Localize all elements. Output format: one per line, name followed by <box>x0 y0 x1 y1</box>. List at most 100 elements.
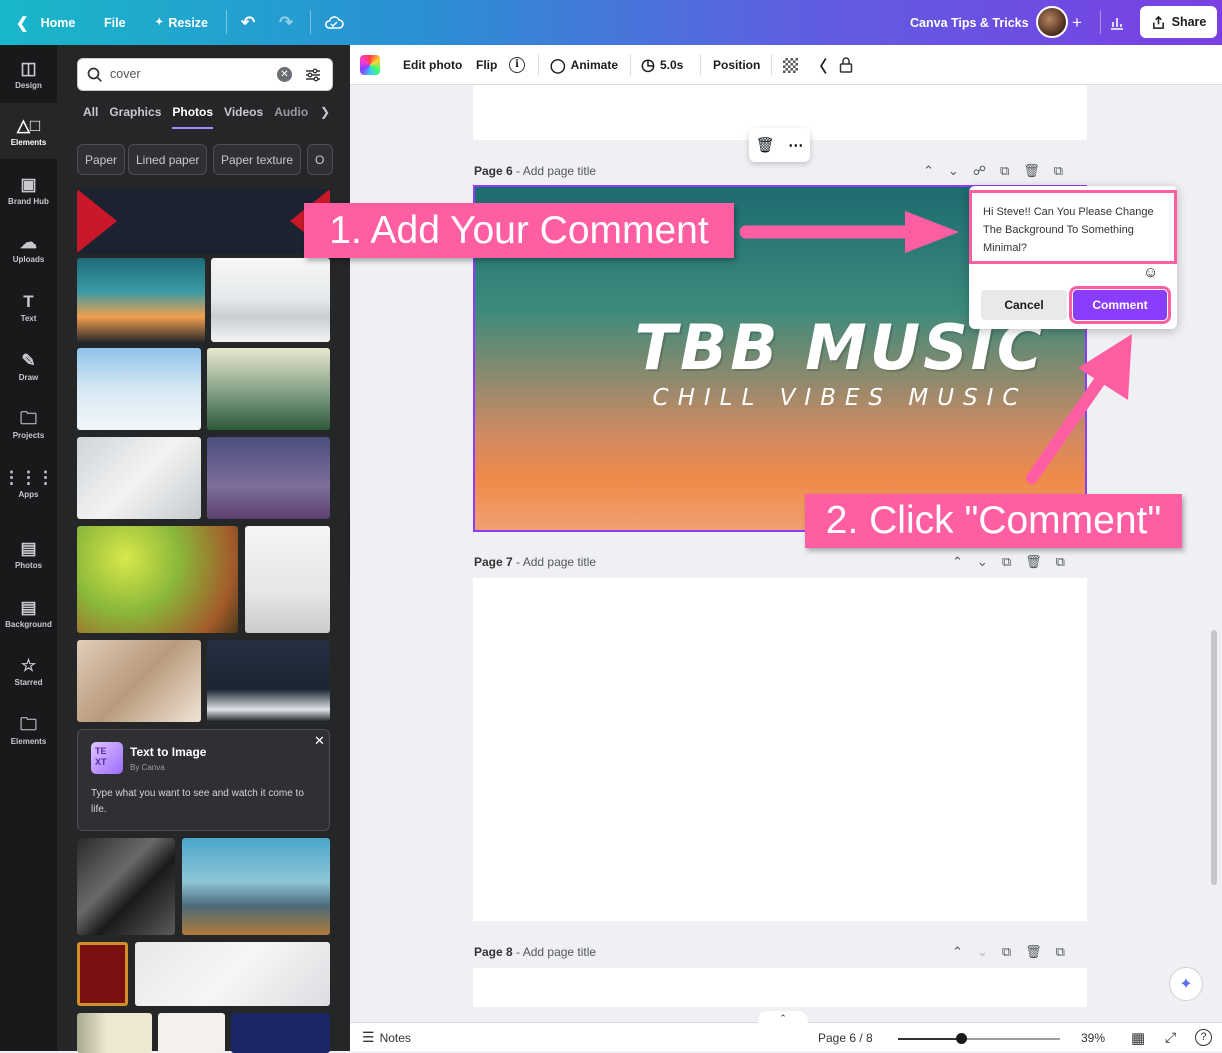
search-field[interactable]: cover ✕ <box>77 58 333 91</box>
redo-icon[interactable]: ↷ <box>279 0 293 45</box>
rail-item-uploads[interactable]: ☁ Uploads <box>0 220 57 276</box>
rail-item-brand-hub[interactable]: ▣ Brand Hub <box>0 162 57 218</box>
rail-item-background[interactable]: ▤ Background <box>0 585 57 641</box>
add-page-icon[interactable]: ⧉ <box>1056 554 1065 570</box>
chevron-up-icon[interactable]: ⌃ <box>952 554 963 570</box>
emoji-sticker-icon[interactable]: ☺ <box>1143 264 1158 281</box>
grid-view-icon[interactable]: ▦ <box>1131 1023 1145 1052</box>
lock-icon[interactable]: ☍ <box>973 163 986 179</box>
add-page-title[interactable]: - Add page title <box>516 945 596 959</box>
zoom-slider[interactable] <box>898 1033 1060 1044</box>
rail-item-projects[interactable]: 🗀 Projects <box>0 396 57 452</box>
photo-thumb[interactable] <box>77 942 128 1006</box>
text-to-image-card[interactable]: TE XT Text to Image By Canva ✕ Type what … <box>77 729 330 831</box>
flip-button[interactable]: Flip <box>476 45 497 85</box>
cancel-button[interactable]: Cancel <box>981 290 1067 320</box>
rail-item-draw[interactable]: ✎ Draw <box>0 338 57 394</box>
clear-search-icon[interactable]: ✕ <box>277 67 292 82</box>
color-swatch[interactable] <box>360 55 380 75</box>
trash-icon[interactable]: 🗑 <box>756 136 775 154</box>
team-name[interactable]: Canva Tips & Tricks <box>910 0 1029 45</box>
comment-submit-button[interactable]: Comment <box>1069 286 1171 324</box>
add-page-icon[interactable]: ⧉ <box>1056 944 1065 960</box>
photo-thumb[interactable] <box>77 1013 152 1053</box>
photo-thumb[interactable] <box>77 526 238 633</box>
rail-item-starred[interactable]: ☆ Starred <box>0 643 57 699</box>
rail-item-design[interactable]: ◫ Design <box>0 46 57 102</box>
animate-button[interactable]: ◯ Animate <box>550 45 618 85</box>
duplicate-icon[interactable]: ⧉ <box>1002 944 1011 960</box>
add-page-title[interactable]: - Add page title <box>516 555 596 569</box>
share-button[interactable]: Share <box>1140 6 1217 38</box>
trash-icon[interactable]: 🗑 <box>1025 944 1042 960</box>
rail-item-photos[interactable]: ▤ Photos <box>0 526 57 582</box>
add-page-icon[interactable]: ⧉ <box>1054 163 1063 179</box>
lock-icon[interactable] <box>839 45 853 85</box>
duplicate-icon[interactable]: ⧉ <box>1002 554 1011 570</box>
chip-paper[interactable]: Paper <box>77 144 126 175</box>
chevron-up-icon[interactable]: ⌃ <box>952 944 963 960</box>
page-indicator[interactable]: Page 6 / 8 <box>818 1023 873 1052</box>
chevron-down-icon[interactable]: ⌄ <box>977 554 988 570</box>
photo-thumb[interactable] <box>77 640 201 722</box>
tab-all[interactable]: All <box>83 105 98 129</box>
fullscreen-icon[interactable]: ⤢ <box>1165 1023 1176 1052</box>
close-icon[interactable]: ✕ <box>314 733 325 749</box>
rail-item-elements-folder[interactable]: 🗀 Elements <box>0 702 57 758</box>
tab-graphics[interactable]: Graphics <box>109 105 161 129</box>
photo-thumb[interactable] <box>77 348 201 430</box>
rail-item-elements[interactable]: △□ Elements <box>0 103 57 159</box>
page-7[interactable] <box>473 578 1087 921</box>
resize-button[interactable]: ✦ Resize <box>155 0 208 45</box>
duplicate-icon[interactable]: ⧉ <box>1000 163 1009 179</box>
tab-audio[interactable]: Audio <box>274 105 308 129</box>
info-icon[interactable]: i <box>509 45 525 85</box>
photo-thumb[interactable] <box>207 348 330 430</box>
vertical-scrollbar[interactable] <box>1211 630 1217 885</box>
photo-thumb[interactable] <box>77 258 205 342</box>
zoom-slider-knob[interactable] <box>956 1033 967 1044</box>
chip-lined-paper[interactable]: Lined paper <box>128 144 208 175</box>
position-button[interactable]: Position <box>713 45 760 85</box>
page-8[interactable] <box>473 968 1087 1007</box>
rail-item-text[interactable]: T Text <box>0 279 57 335</box>
file-menu[interactable]: File <box>104 0 126 45</box>
scroll-up-icon[interactable]: ⌃ <box>758 1011 808 1023</box>
photo-thumb[interactable] <box>158 1013 225 1053</box>
help-icon[interactable]: ? <box>1195 1023 1212 1052</box>
home-button[interactable]: ❮ Home <box>16 0 75 45</box>
notes-button[interactable]: ☰ Notes <box>362 1023 411 1052</box>
more-icon[interactable]: ⋯ <box>788 136 803 154</box>
photo-thumb[interactable] <box>231 1013 330 1053</box>
chevron-down-icon[interactable]: ⌄ <box>948 163 959 179</box>
add-people-icon[interactable]: + <box>1072 0 1082 45</box>
chevron-up-icon[interactable]: ⌃ <box>923 163 934 179</box>
photo-thumb[interactable] <box>211 258 330 342</box>
tab-photos[interactable]: Photos <box>172 105 214 129</box>
zoom-level[interactable]: 39% <box>1081 1023 1105 1052</box>
comment-textarea[interactable]: Hi Steve!! Can You Please Change The Bac… <box>969 190 1177 264</box>
photo-thumb[interactable] <box>207 640 330 722</box>
transparency-icon[interactable] <box>783 45 798 85</box>
filter-icon[interactable] <box>305 67 321 83</box>
paint-roller-icon[interactable]: 〈 <box>811 45 827 85</box>
photo-thumb[interactable] <box>77 437 201 519</box>
chip-more[interactable]: O <box>307 144 333 175</box>
tab-videos[interactable]: Videos <box>224 105 263 129</box>
tabs-next-icon[interactable]: ❯ <box>320 105 330 119</box>
add-page-title[interactable]: - Add page title <box>516 164 596 178</box>
design-subtitle[interactable]: CHILL VIBES MUSIC <box>475 385 1085 411</box>
photo-thumb[interactable] <box>77 189 330 254</box>
analytics-icon[interactable] <box>1109 0 1125 45</box>
rail-item-apps[interactable]: ⋮⋮⋮ Apps <box>0 455 57 511</box>
undo-icon[interactable]: ↶ <box>241 0 255 45</box>
edit-photo-button[interactable]: Edit photo <box>403 45 462 85</box>
trash-icon[interactable]: 🗑 <box>1025 554 1042 570</box>
chevron-down-icon[interactable]: ⌄ <box>977 944 988 960</box>
photo-thumb[interactable] <box>135 942 330 1006</box>
photo-thumb[interactable] <box>182 838 330 935</box>
photo-thumb[interactable] <box>207 437 330 519</box>
trash-icon[interactable]: 🗑 <box>1023 163 1040 179</box>
duration-button[interactable]: ◷ 5.0s <box>641 45 683 85</box>
magic-assistant-icon[interactable]: ✦ <box>1169 967 1203 1001</box>
